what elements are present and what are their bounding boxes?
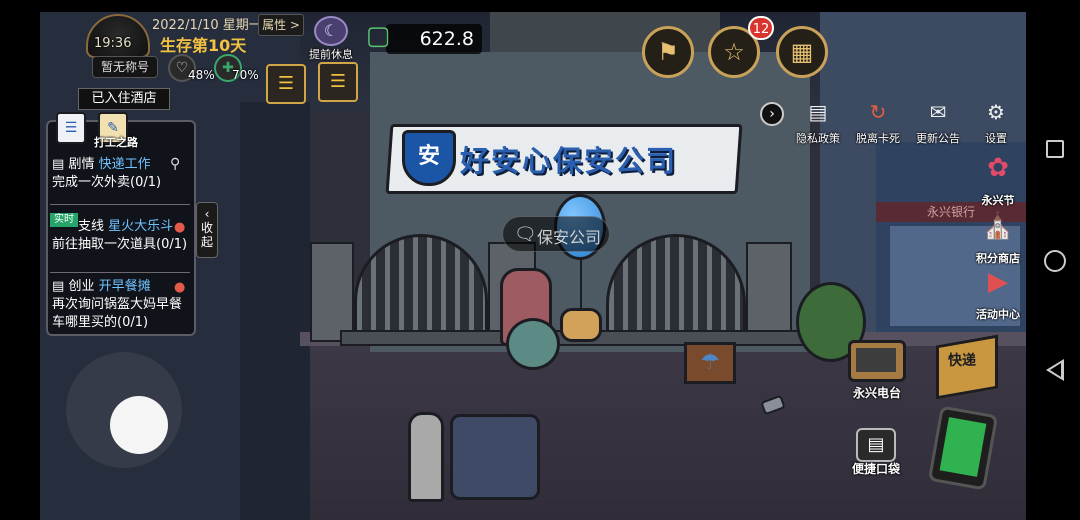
task-divider	[50, 272, 190, 273]
dog-companion[interactable]	[560, 308, 602, 342]
coin-stack-icon[interactable]: ☰	[266, 64, 306, 104]
gate-pillar-left	[310, 242, 354, 342]
left-building-column	[240, 102, 310, 520]
task-name: 快递工作	[98, 157, 151, 172]
task-type: 剧情	[68, 157, 95, 172]
back-icon-inner	[1050, 363, 1061, 377]
backpack-button[interactable]: ▦	[776, 26, 828, 78]
privacy-label: 隐私政策	[796, 132, 840, 145]
event-icon: ▶	[988, 267, 1008, 297]
location-bubble-label: 保安公司	[537, 228, 602, 247]
money-display: 622.8	[386, 24, 482, 54]
game-viewport: 永兴银行 安 好安心保安公司 🗨 保安公司 ☂ 19:36 2022/1/10 …	[40, 12, 1026, 520]
map-icon: ⚑	[657, 38, 679, 66]
task-divider	[50, 204, 190, 205]
gear-icon: ⚙	[987, 100, 1005, 124]
clock-time: 19:36	[94, 36, 132, 51]
collapse-label: 收起	[201, 221, 214, 249]
task-item-business[interactable]: ▤ 创业 开早餐摊	[52, 278, 192, 296]
shield-emblem-icon: 安	[402, 130, 456, 186]
location-pin-icon[interactable]: ●	[174, 220, 185, 235]
task-name: 星火大乐斗	[108, 219, 174, 234]
festival-icon: ✿	[987, 153, 1009, 183]
health-value: 70%	[232, 68, 259, 82]
player-title-badge[interactable]: 暂无称号	[92, 56, 158, 78]
radio-icon	[856, 348, 896, 372]
points-shop-button[interactable]: ⛪ 积分商店	[966, 202, 1026, 266]
chat-bubble-icon: 🗨	[514, 224, 537, 245]
recent-apps-icon[interactable]	[1046, 140, 1064, 158]
survival-days: 生存第10天	[160, 36, 247, 55]
joystick-knob[interactable]	[110, 396, 168, 454]
backpack-icon: ▦	[790, 38, 814, 66]
task-item-side[interactable]: 支线 星火大乐斗	[52, 218, 192, 236]
map-button[interactable]: ⚑	[642, 26, 694, 78]
pocket-label: 便捷口袋	[851, 462, 900, 476]
date-label: 2022/1/10 星期一	[152, 18, 262, 33]
festival-button[interactable]: ✿ 永兴节	[966, 144, 1026, 208]
announcement-label: 更新公告	[916, 132, 960, 145]
attributes-button[interactable]: 属性 >	[258, 14, 304, 36]
gold-coins-icon[interactable]: ☰	[318, 62, 358, 102]
shop-icon: ⛪	[981, 211, 1015, 241]
event-center-label: 活动中心	[976, 308, 1020, 321]
task-scroll-icon: ▤	[52, 279, 65, 294]
task-type: 创业	[68, 279, 95, 294]
task-desc: 前往抽取一次道具(0/1)	[52, 237, 188, 252]
task-name: 开早餐摊	[98, 279, 151, 294]
task-tab-label: 打工之路	[94, 136, 138, 149]
unstuck-icon: ↻	[869, 100, 887, 124]
task-list-icon[interactable]: ☰	[56, 112, 86, 144]
radio-label: 永兴电台	[852, 386, 901, 400]
announcement-icon: ✉	[929, 100, 947, 124]
player-cart	[506, 318, 560, 370]
task-desc: 再次询问锅盔大妈早餐车哪里买的(0/1)	[52, 297, 183, 330]
umbrella-stand[interactable]: ☂	[684, 342, 736, 384]
pocket-button[interactable]: ▤	[856, 428, 896, 462]
emblem-character: 安	[417, 144, 440, 169]
unstuck-button[interactable]: ↻ 脱离卡死	[848, 96, 908, 146]
settings-button[interactable]: ⚙ 设置	[966, 96, 1026, 146]
document-icon: ▤	[808, 100, 828, 124]
bed-icon: ☾	[314, 16, 348, 46]
wallet-icon: ▤	[867, 434, 885, 455]
task-scroll-icon: ▤	[52, 157, 65, 172]
tricycle-cart	[450, 414, 540, 500]
expand-menu-button[interactable]: ›	[760, 102, 784, 126]
privacy-button[interactable]: ▤ 隐私政策	[788, 96, 848, 146]
hunger-value: 48%	[188, 68, 215, 82]
collapse-button[interactable]: ‹ 收起	[196, 202, 218, 258]
location-pin-icon[interactable]: ●	[174, 280, 185, 295]
trophy-icon: ☆	[723, 38, 745, 66]
chevron-left-icon: ‹	[204, 207, 210, 221]
delivery-box-label: 快递	[948, 353, 976, 369]
unstuck-label: 脱离卡死	[856, 132, 900, 145]
task-desc: 完成一次外卖(0/1)	[52, 175, 162, 190]
old-man-npc[interactable]	[408, 412, 444, 502]
cash-icon: ▢	[365, 21, 391, 51]
event-center-button[interactable]: ▶ 活动中心	[966, 258, 1026, 322]
rest-button[interactable]: ☾ 提前休息	[304, 16, 358, 64]
company-sign-text: 好安心保安公司	[460, 144, 678, 178]
chevron-right-icon: ›	[769, 106, 775, 122]
home-icon[interactable]	[1044, 250, 1066, 272]
search-icon[interactable]: ⚲	[170, 156, 180, 172]
hotel-status: 已入住酒店	[78, 88, 170, 110]
gate-pillar-right	[746, 242, 792, 342]
umbrella-icon: ☂	[700, 350, 720, 375]
rest-label: 提前休息	[309, 48, 353, 61]
task-type: 支线	[78, 219, 105, 234]
notification-badge: 12	[748, 16, 774, 40]
announcement-button[interactable]: ✉ 更新公告	[908, 96, 968, 146]
device-screen: 永兴银行 安 好安心保安公司 🗨 保安公司 ☂ 19:36 2022/1/10 …	[0, 0, 1080, 520]
